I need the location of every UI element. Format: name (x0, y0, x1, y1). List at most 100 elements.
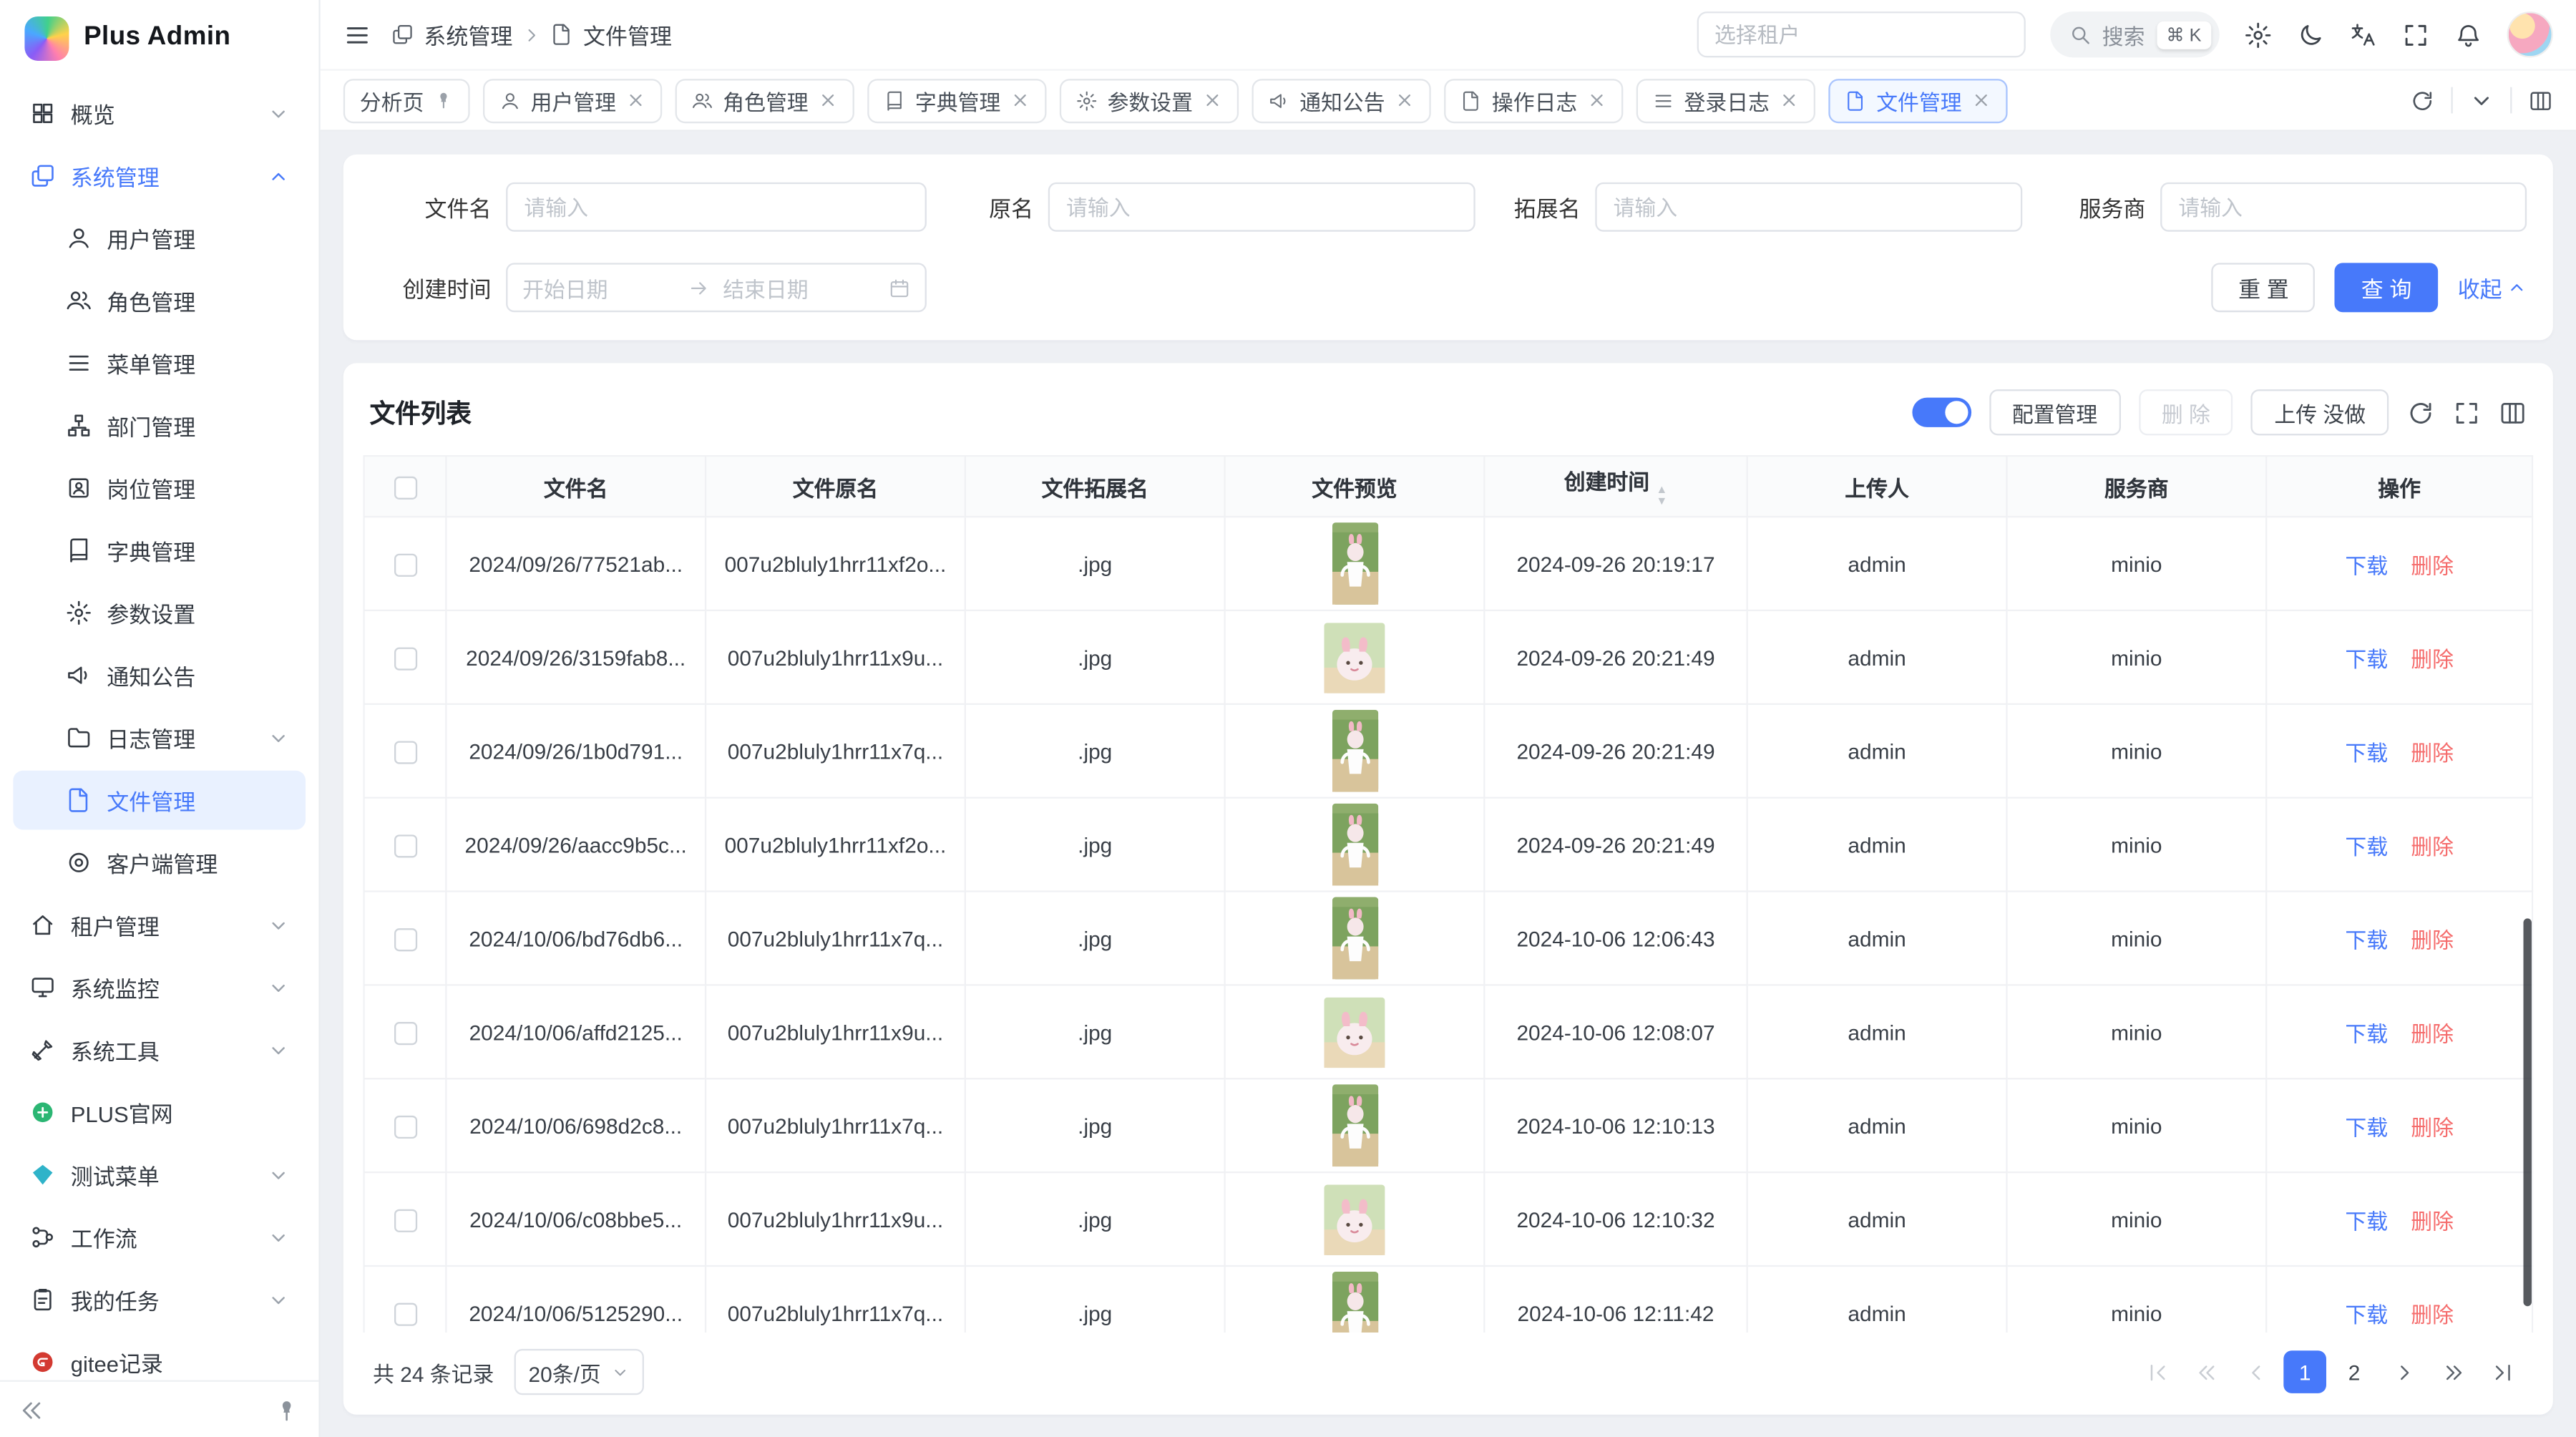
sidebar-item-departments[interactable]: 部门管理 (13, 396, 306, 455)
close-icon[interactable] (1203, 90, 1223, 110)
settings-gear-icon[interactable] (2244, 21, 2272, 49)
origin-name-input[interactable] (1048, 182, 1475, 232)
config-manage-button[interactable]: 配置管理 (1989, 389, 2121, 435)
search-button[interactable]: 查 询 (2335, 263, 2438, 312)
next-10-pages-button[interactable] (2431, 1350, 2474, 1393)
next-page-button[interactable] (2382, 1350, 2425, 1393)
provider-input[interactable] (2160, 182, 2527, 232)
sidebar-item-test[interactable]: 测试菜单 (13, 1145, 306, 1204)
row-checkbox[interactable] (394, 1022, 416, 1045)
close-icon[interactable] (1587, 90, 1607, 110)
close-icon[interactable] (1395, 90, 1415, 110)
file-preview-image[interactable] (1332, 804, 1377, 886)
sort-icons[interactable] (1656, 484, 1667, 507)
ext-name-input[interactable] (1595, 182, 2022, 232)
sidebar-item-tasks[interactable]: 我的任务 (13, 1270, 306, 1330)
row-checkbox[interactable] (394, 1209, 416, 1232)
download-link[interactable]: 下载 (2345, 1297, 2388, 1329)
file-name-input[interactable] (506, 182, 927, 232)
refresh-icon[interactable] (2410, 88, 2434, 112)
tab-login-logs[interactable]: 登录日志 (1636, 78, 1815, 122)
download-link[interactable]: 下载 (2345, 735, 2388, 766)
tab-files[interactable]: 文件管理 (1829, 78, 2008, 122)
column-settings-icon[interactable] (2499, 399, 2527, 427)
close-icon[interactable] (1780, 90, 1800, 110)
file-preview-image[interactable] (1332, 897, 1377, 980)
breadcrumb-root[interactable]: 系统管理 (424, 18, 512, 51)
download-link[interactable]: 下载 (2345, 548, 2388, 580)
delete-link[interactable]: 删除 (2411, 1204, 2454, 1235)
chevron-down-icon[interactable] (2469, 88, 2494, 112)
select-all-checkbox[interactable] (394, 476, 416, 499)
hamburger-menu-icon[interactable] (343, 21, 371, 49)
row-checkbox[interactable] (394, 1115, 416, 1138)
collapse-filter-link[interactable]: 收起 (2458, 271, 2527, 304)
sidebar-item-menus[interactable]: 菜单管理 (13, 333, 306, 393)
page-number-1[interactable]: 1 (2283, 1350, 2326, 1393)
row-checkbox[interactable] (394, 553, 416, 576)
first-page-button[interactable] (2136, 1350, 2179, 1393)
sidebar-item-users[interactable]: 用户管理 (13, 209, 306, 268)
sidebar-item-notices[interactable]: 通知公告 (13, 646, 306, 705)
table-scrollbar[interactable] (2524, 918, 2532, 1306)
tab-analysis[interactable]: 分析页 (343, 78, 470, 122)
delete-link[interactable]: 删除 (2411, 642, 2454, 673)
app-brand[interactable]: Plus Admin (0, 0, 318, 76)
download-link[interactable]: 下载 (2345, 829, 2388, 860)
user-avatar[interactable] (2507, 11, 2553, 57)
download-link[interactable]: 下载 (2345, 922, 2388, 954)
reset-button[interactable]: 重 置 (2212, 263, 2315, 312)
download-link[interactable]: 下载 (2345, 1204, 2388, 1235)
prev-page-button[interactable] (2234, 1350, 2277, 1393)
language-icon[interactable] (2349, 21, 2377, 49)
sidebar-item-tools[interactable]: 系统工具 (13, 1020, 306, 1080)
fullscreen-icon[interactable] (2453, 399, 2481, 427)
sidebar-item-files[interactable]: 文件管理 (13, 771, 306, 830)
tab-params[interactable]: 参数设置 (1060, 78, 1239, 122)
global-search-button[interactable]: 搜索 ⌘ K (2049, 11, 2219, 57)
refresh-icon[interactable] (2406, 399, 2434, 427)
sort-asc-icon[interactable] (1656, 484, 1667, 496)
delete-link[interactable]: 删除 (2411, 1110, 2454, 1141)
delete-button[interactable]: 删 除 (2139, 389, 2233, 435)
sidebar-item-tenant[interactable]: 租户管理 (13, 895, 306, 955)
pin-sidebar-icon[interactable] (274, 1398, 298, 1422)
page-number-2[interactable]: 2 (2333, 1350, 2376, 1393)
sidebar-item-logs[interactable]: 日志管理 (13, 708, 306, 768)
delete-link[interactable]: 删除 (2411, 548, 2454, 580)
download-link[interactable]: 下载 (2345, 1110, 2388, 1141)
tab-op-logs[interactable]: 操作日志 (1444, 78, 1623, 122)
fullscreen-icon[interactable] (2402, 21, 2430, 49)
dark-mode-moon-icon[interactable] (2297, 21, 2325, 49)
tab-roles[interactable]: 角色管理 (675, 78, 854, 122)
file-preview-image[interactable] (1324, 1184, 1385, 1255)
file-preview-image[interactable] (1332, 1272, 1377, 1333)
file-preview-image[interactable] (1332, 522, 1377, 605)
notifications-bell-icon[interactable] (2454, 21, 2482, 49)
tab-dict[interactable]: 字典管理 (867, 78, 1046, 122)
tab-notices[interactable]: 通知公告 (1252, 78, 1431, 122)
file-preview-image[interactable] (1324, 622, 1385, 693)
download-link[interactable]: 下载 (2345, 642, 2388, 673)
file-preview-image[interactable] (1332, 1084, 1377, 1166)
file-preview-image[interactable] (1332, 710, 1377, 792)
date-range-picker[interactable]: 开始日期 结束日期 (506, 263, 927, 312)
sidebar-item-posts[interactable]: 岗位管理 (13, 459, 306, 518)
tab-users[interactable]: 用户管理 (483, 78, 662, 122)
sort-desc-icon[interactable] (1656, 496, 1667, 507)
close-icon[interactable] (626, 90, 646, 110)
sidebar-item-workflow[interactable]: 工作流 (13, 1207, 306, 1267)
sidebar-item-gitee[interactable]: gitee记录 (13, 1333, 306, 1380)
sidebar-item-overview[interactable]: 概览 (13, 84, 306, 143)
delete-link[interactable]: 删除 (2411, 735, 2454, 766)
collapse-sidebar-icon[interactable] (20, 1398, 44, 1422)
layout-columns-icon[interactable] (2528, 88, 2552, 112)
download-link[interactable]: 下载 (2345, 1016, 2388, 1048)
tenant-select-input[interactable] (1697, 11, 2025, 57)
row-checkbox[interactable] (394, 834, 416, 857)
row-checkbox[interactable] (394, 647, 416, 670)
delete-link[interactable]: 删除 (2411, 922, 2454, 954)
delete-link[interactable]: 删除 (2411, 1297, 2454, 1329)
sidebar-item-plus-site[interactable]: PLUS官网 (13, 1083, 306, 1142)
delete-link[interactable]: 删除 (2411, 1016, 2454, 1048)
